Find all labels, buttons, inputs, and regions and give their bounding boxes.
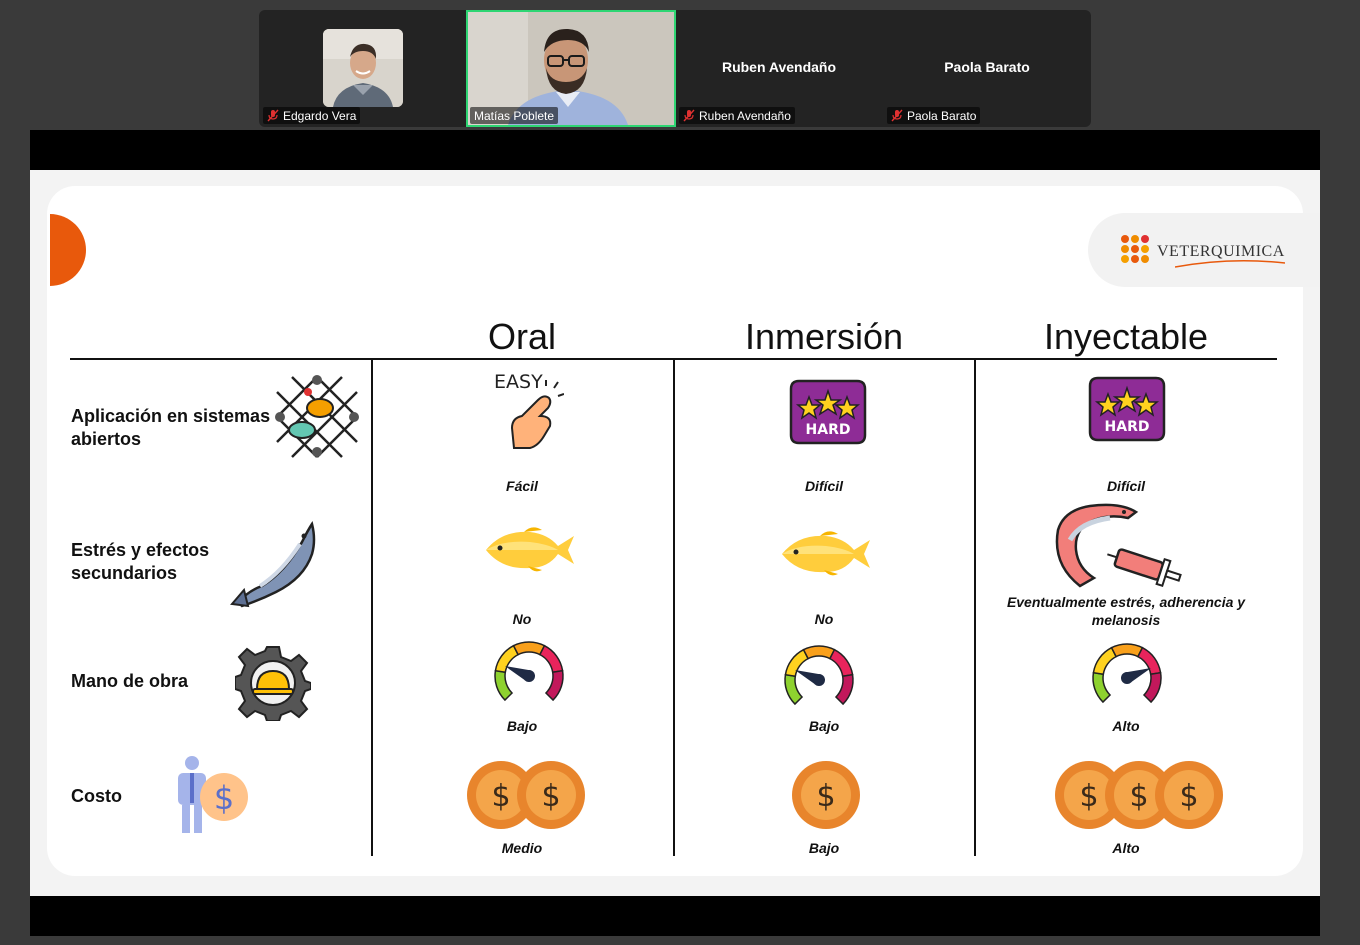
gauge-segment: [828, 648, 854, 678]
fish-net-icon: [275, 375, 359, 458]
cell-oral-estres: No: [512, 611, 532, 627]
cell-inmersion-estres: No: [814, 611, 834, 627]
participant-name-tag: Edgardo Vera: [263, 107, 361, 124]
column-header-inyectable: Inyectable: [1043, 316, 1209, 357]
easy-icon: EASY: [494, 371, 564, 449]
row-label-aplicacion: Aplicación en sistemas abiertos: [71, 406, 271, 449]
easy-badge-text: EASY: [494, 371, 543, 393]
participant-name-tag: Paola Barato: [887, 107, 981, 124]
svg-text:$: $: [214, 779, 234, 817]
cell-inmersion-mano-de-obra: Bajo: [808, 718, 840, 734]
gauge-icon: [784, 645, 854, 706]
row-label-costo: Costo: [71, 786, 122, 806]
gauge-hub: [1121, 672, 1133, 684]
column-header-inmersion: Inmersión: [744, 316, 904, 357]
hard-badge-text: HARD: [806, 422, 851, 438]
gauge-segment: [544, 669, 564, 702]
mic-muted-icon: [267, 109, 279, 122]
gauge-segment: [1110, 643, 1144, 658]
coin: $: [517, 761, 585, 829]
table-column-rule: [371, 360, 373, 856]
hard-badge-text: HARD: [1105, 419, 1150, 435]
svg-text:$: $: [541, 779, 560, 814]
gauge-icon: [494, 641, 564, 702]
cell-inmersion-costo: Bajo: [808, 840, 840, 856]
gauge-segment: [802, 645, 836, 660]
gauge-segment: [494, 669, 514, 702]
participant-display-name: Paola Barato: [944, 59, 1030, 75]
svg-text:$: $: [816, 779, 835, 814]
svg-text:$: $: [1129, 779, 1148, 814]
cell-inmersion-aplicacion: Difícil: [804, 478, 844, 494]
participant-strip: Edgardo Vera Matías Poblete Ruben Avenda…: [259, 10, 1091, 127]
fish-icon: [230, 520, 316, 608]
participant-display-name: Ruben Avendaño: [721, 59, 837, 75]
gauge-segment: [1092, 671, 1112, 704]
participant-name: Ruben Avendaño: [699, 108, 791, 123]
participant-name-tag: Ruben Avendaño: [679, 107, 795, 124]
slide-top-letterbox: [30, 130, 1320, 170]
slide-bottom-letterbox: [30, 896, 1320, 936]
mic-muted-icon: [683, 109, 695, 122]
cell-oral-aplicacion: Fácil: [506, 478, 538, 494]
yellow-fish-icon: [486, 527, 574, 572]
yellow-fish-icon: [782, 531, 870, 576]
salmon-syringe-icon: [1055, 503, 1182, 588]
gear-helmet-icon: [235, 646, 311, 721]
hard-badge-icon: HARD: [1088, 376, 1166, 442]
cell-inyectable-aplicacion: Difícil: [1106, 478, 1146, 494]
svg-text:$: $: [1179, 779, 1198, 814]
column-header-oral: Oral: [487, 316, 556, 357]
gauge-hub: [523, 670, 535, 682]
gauge-hub: [813, 674, 825, 686]
hard-badge-icon: HARD: [789, 379, 867, 445]
cell-inyectable-estres: Eventualmente estrés, adherencia y melan…: [1006, 594, 1246, 628]
coin: $: [792, 761, 860, 829]
veterquimica-logo-icon: [1121, 235, 1149, 263]
gauge-segment: [1092, 646, 1118, 676]
participant-tile-matias[interactable]: Matías Poblete: [466, 10, 676, 127]
cell-inyectable-mano-de-obra: Alto: [1112, 718, 1140, 734]
gauge-segment: [1142, 671, 1162, 704]
table-column-rule: [673, 360, 675, 856]
gauge-icon: [1092, 643, 1162, 704]
participant-name: Edgardo Vera: [283, 108, 357, 123]
gauge-segment: [784, 673, 804, 706]
svg-text:$: $: [491, 779, 510, 814]
row-label-estres: Estrés y efectos secundarios: [71, 540, 210, 583]
cell-oral-mano-de-obra: Bajo: [506, 718, 538, 734]
gauge-segment: [538, 644, 564, 674]
logo-swoosh: [1175, 260, 1285, 268]
coins-icon: $ $: [465, 759, 589, 831]
participant-name-tag: Matías Poblete: [470, 107, 559, 124]
participant-tile-edgardo[interactable]: Edgardo Vera: [259, 10, 467, 127]
avatar: [323, 29, 403, 107]
gauge-segment: [834, 673, 854, 706]
row-label-mano-de-obra: Mano de obra: [71, 671, 189, 691]
coin: $: [1155, 761, 1223, 829]
coins-icon: $: [790, 759, 862, 831]
gauge-segment: [512, 641, 546, 656]
participant-name: Paola Barato: [907, 108, 977, 123]
participant-tile-paola[interactable]: Paola Barato Paola Barato: [883, 10, 1091, 127]
participant-tile-ruben[interactable]: Ruben Avendaño Ruben Avendaño: [675, 10, 883, 127]
cell-inyectable-costo: Alto: [1112, 840, 1140, 856]
person-money-icon: $: [178, 756, 248, 833]
coins-icon: $ $ $: [1053, 759, 1225, 831]
mic-muted-icon: [891, 109, 903, 122]
svg-text:$: $: [1079, 779, 1098, 814]
participant-name: Matías Poblete: [474, 108, 555, 123]
cell-oral-costo: Medio: [501, 840, 543, 856]
